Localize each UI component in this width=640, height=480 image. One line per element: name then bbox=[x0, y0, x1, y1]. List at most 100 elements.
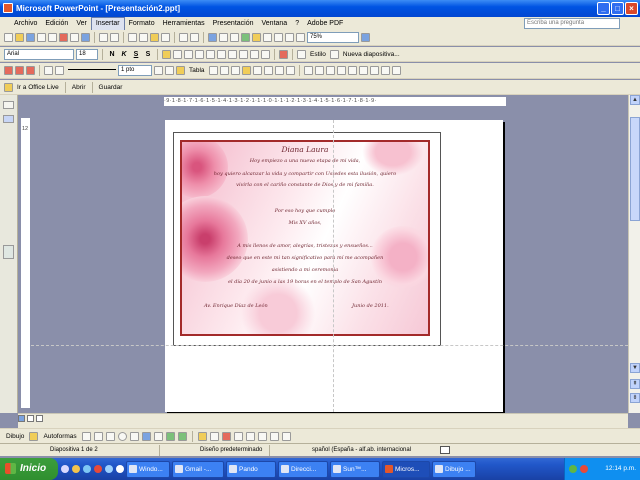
slides-panel[interactable] bbox=[0, 95, 18, 413]
distribute-columns-icon[interactable] bbox=[285, 66, 295, 75]
start-button[interactable]: Inicio bbox=[0, 458, 58, 480]
picture-tool-icon-6[interactable] bbox=[358, 66, 368, 75]
bullets-icon[interactable] bbox=[217, 49, 226, 59]
menu-adobe-pdf[interactable]: Adobe PDF bbox=[303, 18, 347, 30]
shadow-style-icon[interactable] bbox=[269, 431, 279, 441]
align-right-icon[interactable] bbox=[184, 49, 193, 59]
quicklaunch-icon-5[interactable] bbox=[105, 465, 113, 473]
center-vertically-icon[interactable] bbox=[252, 66, 262, 75]
merge-cells-icon[interactable] bbox=[219, 66, 229, 75]
line-icon[interactable] bbox=[81, 431, 91, 441]
menu-herramientas[interactable]: Herramientas bbox=[159, 18, 209, 30]
horizontal-guide[interactable] bbox=[31, 345, 628, 346]
new-slide-icon[interactable] bbox=[329, 49, 339, 59]
wordart-icon[interactable] bbox=[141, 431, 151, 441]
tables-borders-icon[interactable] bbox=[230, 33, 239, 42]
dash-style-icon[interactable] bbox=[245, 431, 255, 441]
save-icon[interactable] bbox=[26, 33, 35, 42]
picture-tool-icon-3[interactable] bbox=[325, 66, 335, 75]
underline-button[interactable]: S bbox=[131, 51, 141, 58]
diagram-icon[interactable] bbox=[153, 431, 163, 441]
slides-tab-icon[interactable] bbox=[3, 115, 14, 123]
autoshapes-menu-button[interactable]: Autoformas bbox=[41, 433, 78, 440]
font-combo[interactable]: Arial bbox=[4, 48, 74, 60]
maximize-button[interactable]: □ bbox=[611, 2, 624, 15]
increase-font-icon[interactable] bbox=[228, 49, 237, 59]
scroll-down-arrow[interactable]: ▼ bbox=[630, 363, 640, 373]
toolbar-icon-3[interactable] bbox=[26, 66, 35, 75]
quicklaunch-icon-6[interactable] bbox=[116, 465, 124, 473]
invitation-picture[interactable]: Diana Laura Hoy empiezo a una nueva etap… bbox=[180, 140, 430, 336]
align-left-icon[interactable] bbox=[162, 49, 171, 59]
previous-slide-arrow[interactable]: ⇞ bbox=[630, 379, 640, 389]
taskbar-item-gmail[interactable]: Gmail -... bbox=[172, 460, 224, 478]
italic-button[interactable]: K bbox=[119, 51, 129, 58]
taskbar-item-dibujo[interactable]: Dibujo ... bbox=[432, 460, 476, 478]
line-weight-combo[interactable]: 1 pto bbox=[118, 65, 152, 76]
help-icon[interactable] bbox=[361, 33, 370, 42]
expand-all-icon[interactable] bbox=[263, 33, 272, 42]
line-style-icon[interactable] bbox=[233, 431, 243, 441]
taskbar-item-sun[interactable]: Sun™... bbox=[330, 460, 380, 478]
toolbar-icon-1[interactable] bbox=[4, 66, 13, 75]
picture-tool-icon-7[interactable] bbox=[369, 66, 379, 75]
print-icon[interactable] bbox=[70, 33, 79, 42]
vertical-guide[interactable] bbox=[333, 120, 334, 412]
show-grid-icon[interactable] bbox=[285, 33, 294, 42]
split-cell-icon[interactable] bbox=[230, 66, 240, 75]
menu-ventana[interactable]: Ventana bbox=[258, 18, 292, 30]
paste-icon[interactable] bbox=[150, 33, 159, 42]
line-style-combo[interactable] bbox=[66, 65, 116, 76]
tray-network-icon[interactable] bbox=[569, 465, 577, 473]
color-grayscale-icon[interactable] bbox=[296, 33, 305, 42]
3d-style-icon[interactable] bbox=[281, 431, 291, 441]
font-color-draw-icon[interactable] bbox=[221, 431, 231, 441]
taskbar-item-direccion[interactable]: Direcci... bbox=[278, 460, 328, 478]
close-button[interactable]: × bbox=[625, 2, 638, 15]
insert-wordart-icon[interactable] bbox=[252, 33, 261, 42]
show-formatting-icon[interactable] bbox=[274, 33, 283, 42]
scroll-thumb[interactable] bbox=[630, 117, 640, 221]
design-icon[interactable] bbox=[297, 49, 306, 59]
distribute-rows-icon[interactable] bbox=[274, 66, 284, 75]
menu-ver[interactable]: Ver bbox=[72, 18, 91, 30]
textbox-icon[interactable] bbox=[129, 431, 139, 441]
pdf-icon[interactable] bbox=[59, 33, 68, 42]
draw-table-icon[interactable] bbox=[44, 66, 53, 75]
increase-indent-icon[interactable] bbox=[261, 49, 270, 59]
office-live-icon[interactable] bbox=[4, 82, 13, 92]
shadow-button[interactable]: S bbox=[143, 51, 153, 58]
quicklaunch-icon-1[interactable] bbox=[61, 465, 69, 473]
picture-tool-icon-8[interactable] bbox=[380, 66, 390, 75]
align-center-icon[interactable] bbox=[173, 49, 182, 59]
sorter-view-icon[interactable] bbox=[27, 415, 34, 422]
line-color-icon[interactable] bbox=[209, 431, 219, 441]
menu-presentacion[interactable]: Presentación bbox=[209, 18, 258, 30]
picture-tool-icon-4[interactable] bbox=[336, 66, 346, 75]
decrease-font-icon[interactable] bbox=[239, 49, 248, 59]
bold-button[interactable]: N bbox=[107, 51, 117, 58]
picture-icon[interactable] bbox=[177, 431, 187, 441]
next-slide-arrow[interactable]: ⇟ bbox=[630, 393, 640, 403]
quicklaunch-icon-4[interactable] bbox=[94, 465, 102, 473]
zoom-combo[interactable]: 75% bbox=[307, 32, 359, 43]
undo-icon[interactable] bbox=[179, 33, 188, 42]
align-top-icon[interactable] bbox=[241, 66, 251, 75]
vertical-scrollbar[interactable]: ▲ ▼ ⇞ ⇟ bbox=[628, 95, 640, 413]
numbering-icon[interactable] bbox=[206, 49, 215, 59]
normal-view-icon[interactable] bbox=[18, 415, 25, 422]
decrease-indent-icon[interactable] bbox=[250, 49, 259, 59]
print-preview-icon[interactable] bbox=[81, 33, 90, 42]
menu-edicion[interactable]: Edición bbox=[41, 18, 72, 30]
slide-thumbnail[interactable] bbox=[3, 245, 14, 259]
help-question-input[interactable]: Escriba una pregunta bbox=[524, 18, 620, 29]
copy-icon[interactable] bbox=[139, 33, 148, 42]
research-icon[interactable] bbox=[110, 33, 119, 42]
fill-color-icon[interactable] bbox=[176, 66, 185, 75]
insert-chart-icon[interactable] bbox=[208, 33, 217, 42]
open-icon[interactable] bbox=[15, 33, 24, 42]
menu-formato[interactable]: Formato bbox=[125, 18, 159, 30]
cut-icon[interactable] bbox=[128, 33, 137, 42]
font-color-icon[interactable] bbox=[279, 49, 288, 59]
design-button[interactable]: Estilo bbox=[308, 51, 328, 58]
